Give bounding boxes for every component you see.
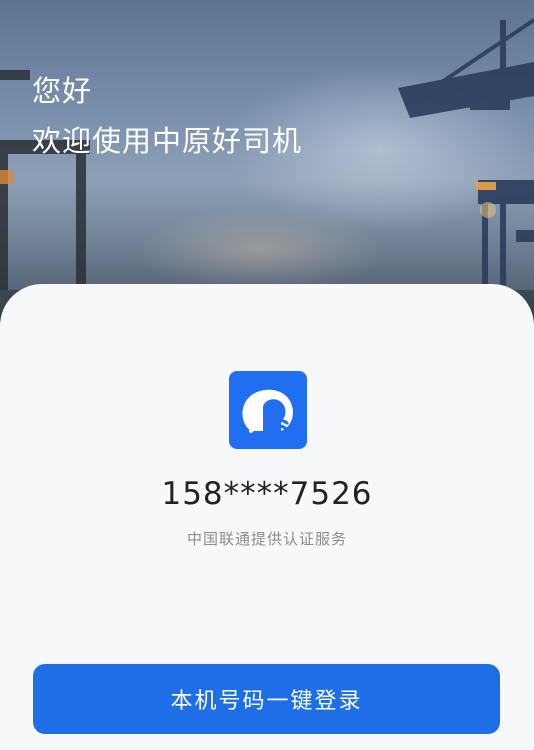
greeting: 您好 欢迎使用中原好司机 — [32, 66, 302, 166]
one-tap-login-button[interactable]: 本机号码一键登录 — [33, 664, 500, 734]
greeting-hello: 您好 — [32, 74, 93, 108]
elephant-logo-icon — [229, 371, 307, 449]
hero-background: 您好 欢迎使用中原好司机 — [0, 0, 534, 330]
masked-phone-number: 158****7526 — [161, 476, 373, 512]
greeting-welcome: 欢迎使用中原好司机 — [32, 124, 303, 158]
login-screen: 您好 欢迎使用中原好司机 158****7526 中国联通提供认证服务 本机号码… — [0, 0, 534, 750]
login-card: 158****7526 中国联通提供认证服务 本机号码一键登录 — [0, 284, 534, 750]
auth-provider-text: 中国联通提供认证服务 — [186, 530, 347, 548]
